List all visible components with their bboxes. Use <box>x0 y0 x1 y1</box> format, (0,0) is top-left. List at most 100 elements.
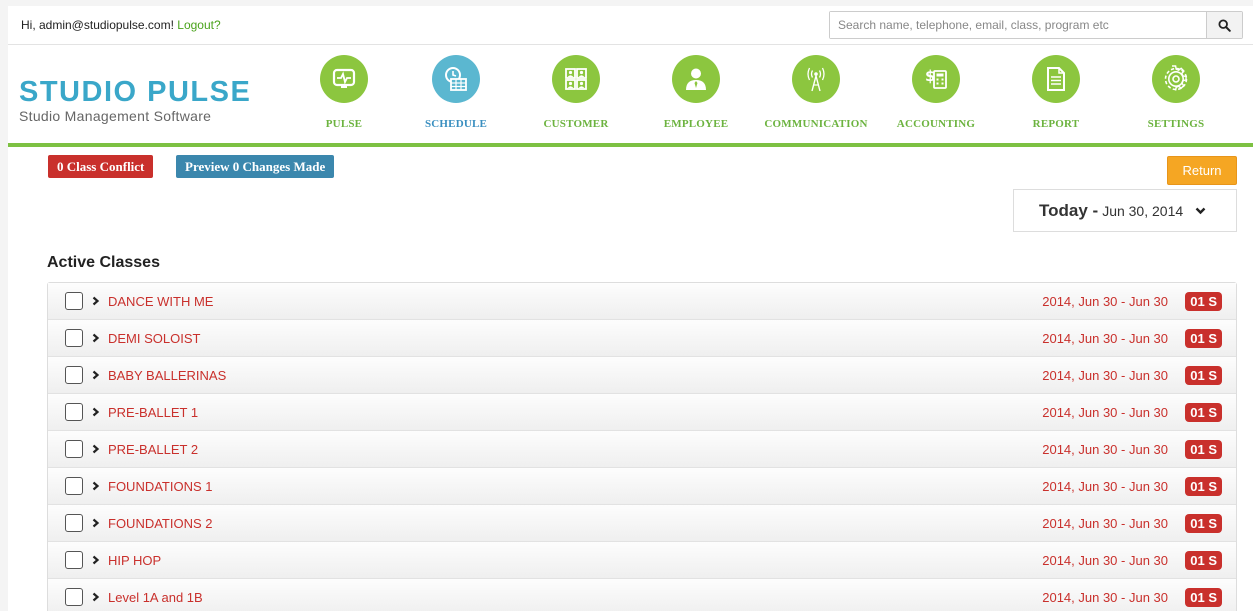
class-date-range: 2014, Jun 30 - Jun 30 <box>1042 553 1168 568</box>
class-row[interactable]: DEMI SOLOIST 2014, Jun 30 - Jun 30 01 S <box>48 320 1236 357</box>
class-date-range: 2014, Jun 30 - Jun 30 <box>1042 516 1168 531</box>
class-row[interactable]: FOUNDATIONS 2 2014, Jun 30 - Jun 30 01 S <box>48 505 1236 542</box>
class-name[interactable]: FOUNDATIONS 2 <box>108 516 213 531</box>
greeting-text: Hi, admin@studiopulse.com! <box>21 18 174 32</box>
class-row[interactable]: Level 1A and 1B 2014, Jun 30 - Jun 30 01… <box>48 579 1236 611</box>
row-checkbox[interactable] <box>65 292 83 310</box>
return-button[interactable]: Return <box>1167 156 1237 185</box>
class-name[interactable]: HIP HOP <box>108 553 161 568</box>
chevron-right-icon[interactable] <box>92 296 100 306</box>
class-date-range: 2014, Jun 30 - Jun 30 <box>1042 331 1168 346</box>
nav-report[interactable]: REPORT <box>991 55 1121 130</box>
studio-pulse-logo[interactable]: STUDIO PULSE Studio Management Software <box>19 77 251 124</box>
nav-communication-circle <box>792 55 840 103</box>
nav-customer[interactable]: CUSTOMER <box>511 55 641 130</box>
session-count-badge: 01 S <box>1185 366 1222 385</box>
row-checkbox[interactable] <box>65 551 83 569</box>
class-name[interactable]: FOUNDATIONS 1 <box>108 479 213 494</box>
chevron-right-icon[interactable] <box>92 555 100 565</box>
preview-changes-button[interactable]: Preview 0 Changes Made <box>176 155 335 178</box>
page: Hi, admin@studiopulse.com! Logout? STUDI… <box>8 6 1253 611</box>
antenna-icon <box>807 67 825 92</box>
nav-accounting-label: ACCOUNTING <box>896 118 976 130</box>
session-count-badge: 01 S <box>1185 588 1222 607</box>
session-count-badge: 01 S <box>1185 329 1222 348</box>
nav-employee-label: EMPLOYEE <box>663 118 729 130</box>
top-bar: Hi, admin@studiopulse.com! Logout? <box>8 6 1253 45</box>
chevron-right-icon[interactable] <box>92 444 100 454</box>
active-classes-heading: Active Classes <box>47 254 160 271</box>
search-input[interactable] <box>830 12 1206 38</box>
chevron-right-icon[interactable] <box>92 407 100 417</box>
main-header: STUDIO PULSE Studio Management Software … <box>8 46 1253 147</box>
class-row[interactable]: BABY BALLERINAS 2014, Jun 30 - Jun 30 01… <box>48 357 1236 394</box>
class-row[interactable]: HIP HOP 2014, Jun 30 - Jun 30 01 S <box>48 542 1236 579</box>
nav-settings-circle <box>1152 55 1200 103</box>
nav-settings[interactable]: SETTINGS <box>1111 55 1241 130</box>
search-box <box>829 11 1243 39</box>
class-conflict-button[interactable]: 0 Class Conflict <box>48 155 154 178</box>
nav-pulse[interactable]: PULSE <box>279 55 409 130</box>
row-checkbox[interactable] <box>65 588 83 606</box>
session-count-badge: 01 S <box>1185 477 1222 496</box>
nav-employee[interactable]: EMPLOYEE <box>631 55 761 130</box>
session-count-badge: 01 S <box>1185 292 1222 311</box>
nav-schedule-label: SCHEDULE <box>424 118 488 130</box>
row-checkbox[interactable] <box>65 514 83 532</box>
nav-schedule[interactable]: SCHEDULE <box>391 55 521 130</box>
logo-tagline: Studio Management Software <box>19 108 212 124</box>
user-greeting: Hi, admin@studiopulse.com! Logout? <box>21 18 221 32</box>
session-count-badge: 01 S <box>1185 514 1222 533</box>
class-name[interactable]: DEMI SOLOIST <box>108 331 200 346</box>
search-button[interactable] <box>1206 12 1242 38</box>
calendar-clock-icon <box>445 67 467 91</box>
employee-icon <box>686 68 706 90</box>
row-checkbox[interactable] <box>65 440 83 458</box>
nav-settings-label: SETTINGS <box>1147 118 1205 130</box>
chevron-right-icon[interactable] <box>92 370 100 380</box>
class-row[interactable]: DANCE WITH ME 2014, Jun 30 - Jun 30 01 S <box>48 283 1236 320</box>
active-classes-list: DANCE WITH ME 2014, Jun 30 - Jun 30 01 S… <box>47 282 1237 611</box>
nav-report-label: REPORT <box>1032 118 1080 130</box>
class-name[interactable]: PRE-BALLET 2 <box>108 442 198 457</box>
dollar-calculator-icon: $ <box>925 67 947 89</box>
class-date-range: 2014, Jun 30 - Jun 30 <box>1042 590 1168 605</box>
nav-report-circle <box>1032 55 1080 103</box>
nav-customer-circle <box>552 55 600 103</box>
class-date-range: 2014, Jun 30 - Jun 30 <box>1042 442 1168 457</box>
chevron-right-icon[interactable] <box>92 592 100 602</box>
nav-schedule-circle <box>432 55 480 103</box>
class-date-range: 2014, Jun 30 - Jun 30 <box>1042 294 1168 309</box>
nav-pulse-circle <box>320 55 368 103</box>
logo-wordmark: STUDIO PULSE <box>19 76 252 108</box>
logout-link[interactable]: Logout? <box>177 18 220 32</box>
class-date-range: 2014, Jun 30 - Jun 30 <box>1042 479 1168 494</box>
chevron-right-icon[interactable] <box>92 333 100 343</box>
row-checkbox[interactable] <box>65 477 83 495</box>
report-document-icon <box>1047 67 1065 91</box>
row-checkbox[interactable] <box>65 329 83 347</box>
gear-icon <box>1164 65 1188 91</box>
nav-communication[interactable]: COMMUNICATION <box>751 55 881 130</box>
chevron-right-icon[interactable] <box>92 481 100 491</box>
chevron-down-icon <box>1195 207 1206 214</box>
date-selector[interactable]: Today - Jun 30, 2014 <box>1013 189 1237 232</box>
row-checkbox[interactable] <box>65 366 83 384</box>
class-name[interactable]: PRE-BALLET 1 <box>108 405 198 420</box>
class-name[interactable]: BABY BALLERINAS <box>108 368 226 383</box>
row-checkbox[interactable] <box>65 403 83 421</box>
session-count-badge: 01 S <box>1185 551 1222 570</box>
class-row[interactable]: PRE-BALLET 2 2014, Jun 30 - Jun 30 01 S <box>48 431 1236 468</box>
class-date-range: 2014, Jun 30 - Jun 30 <box>1042 405 1168 420</box>
nav-employee-circle <box>672 55 720 103</box>
class-name[interactable]: DANCE WITH ME <box>108 294 213 309</box>
class-date-range: 2014, Jun 30 - Jun 30 <box>1042 368 1168 383</box>
nav-accounting[interactable]: $ ACCOUNTING <box>871 55 1001 130</box>
date-today-label: Today - <box>1039 200 1099 220</box>
class-row[interactable]: PRE-BALLET 1 2014, Jun 30 - Jun 30 01 S <box>48 394 1236 431</box>
session-count-badge: 01 S <box>1185 403 1222 422</box>
chevron-right-icon[interactable] <box>92 518 100 528</box>
class-row[interactable]: FOUNDATIONS 1 2014, Jun 30 - Jun 30 01 S <box>48 468 1236 505</box>
customer-grid-icon <box>565 68 587 90</box>
class-name[interactable]: Level 1A and 1B <box>108 590 203 605</box>
